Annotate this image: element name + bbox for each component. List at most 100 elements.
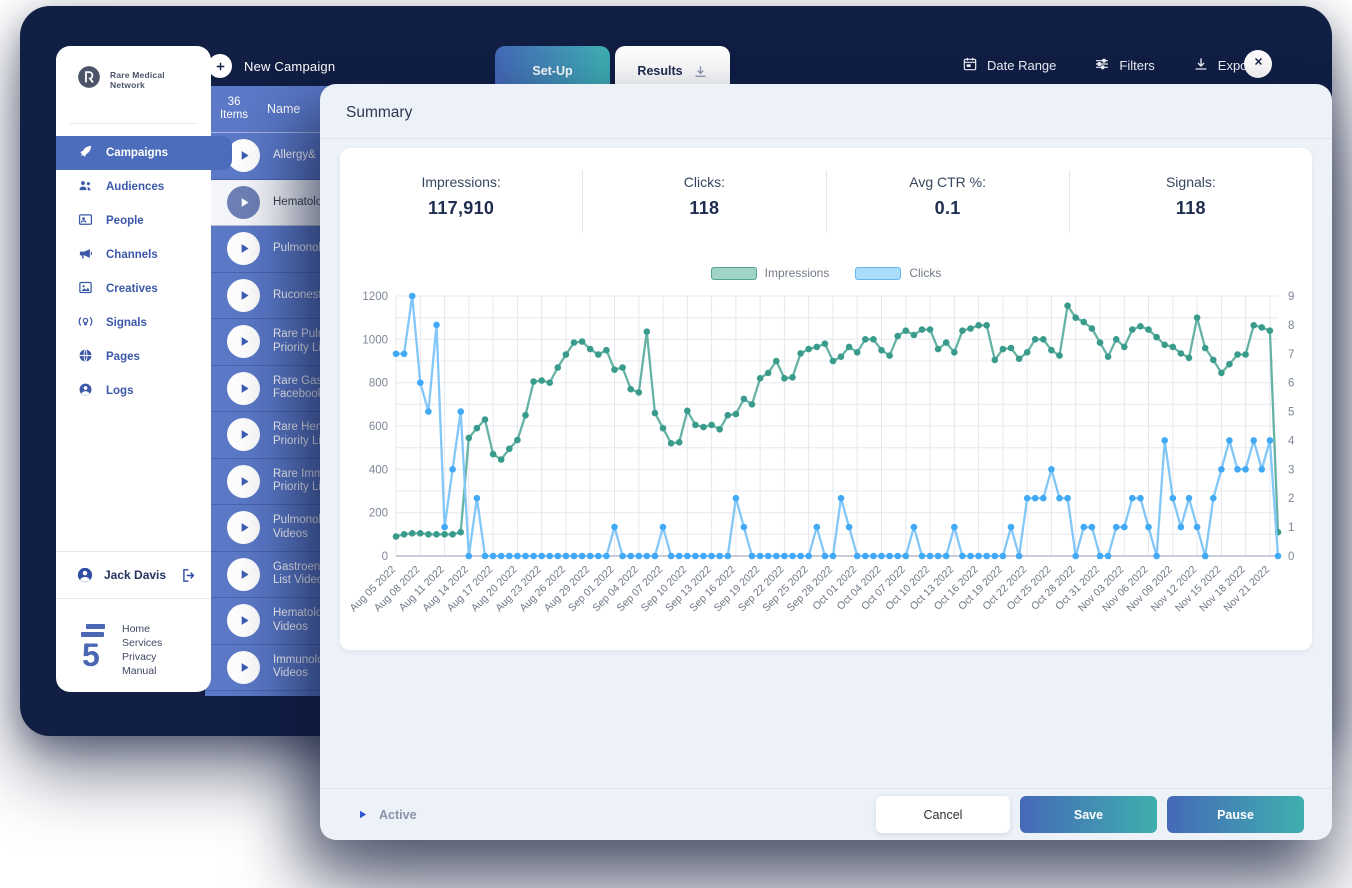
sidebar-item-label: People bbox=[106, 215, 144, 227]
tab-label: Results bbox=[637, 64, 682, 78]
play-icon[interactable] bbox=[227, 232, 260, 265]
user-name: Jack Davis bbox=[104, 568, 170, 582]
globe-icon bbox=[78, 348, 93, 366]
play-icon[interactable] bbox=[227, 372, 260, 405]
legend-item-impressions: Impressions bbox=[711, 266, 830, 280]
app-canvas: New Campaign Set-Up Results Date Range Fil… bbox=[0, 0, 1352, 888]
sidebar-item-campaigns[interactable]: Campaigns bbox=[56, 136, 232, 170]
sidebar-item-signals[interactable]: Signals bbox=[56, 306, 211, 340]
filters-button[interactable]: Filters bbox=[1094, 56, 1154, 75]
contact-card-icon bbox=[78, 212, 93, 230]
sidebar-item-label: Audiences bbox=[106, 181, 164, 193]
play-icon[interactable] bbox=[227, 418, 260, 451]
campaign-status: Active bbox=[356, 808, 876, 822]
performance-chart: 0200400600800100012000123456789Aug 05 20… bbox=[348, 282, 1304, 642]
sidebar-item-label: Logs bbox=[106, 385, 133, 397]
items-count-label: Items bbox=[205, 109, 263, 122]
topbar-actions: Date RangeFiltersExport bbox=[962, 56, 1255, 75]
sidebar-item-people[interactable]: People bbox=[56, 204, 211, 238]
stat-clicks: Clicks: 118 bbox=[582, 170, 825, 233]
sidebar-nav: CampaignsAudiencesPeopleChannelsCreative… bbox=[56, 136, 211, 408]
modal-title-divider bbox=[320, 138, 1332, 139]
summary-modal: Summary Impressions:117,910Clicks:118Avg… bbox=[320, 84, 1332, 840]
footer-link-manual[interactable]: Manual bbox=[122, 665, 162, 678]
legend-label: Clicks bbox=[909, 266, 941, 280]
svg-text:0: 0 bbox=[382, 551, 388, 563]
date-range-button[interactable]: Date Range bbox=[962, 56, 1056, 75]
play-icon[interactable] bbox=[227, 465, 260, 498]
signal-bulb-icon bbox=[78, 314, 93, 332]
megaphone-icon bbox=[78, 246, 93, 264]
status-label: Active bbox=[379, 808, 417, 822]
items-count-value: 36 bbox=[205, 96, 263, 109]
play-icon[interactable] bbox=[227, 325, 260, 358]
summary-card: Impressions: 117,910Clicks: 118Avg CTR %: 0… bbox=[340, 148, 1312, 650]
rare-medical-logo-icon bbox=[76, 64, 102, 95]
sidebar: Rare Medical Network CampaignsAudiencesP… bbox=[56, 46, 211, 692]
close-button[interactable] bbox=[1244, 50, 1272, 78]
svg-text:600: 600 bbox=[369, 421, 388, 433]
tab-label: Set-Up bbox=[532, 64, 572, 78]
rocket-icon bbox=[78, 144, 93, 162]
sidebar-divider bbox=[70, 123, 197, 124]
sidebar-item-pages[interactable]: Pages bbox=[56, 340, 211, 374]
user-line: Jack Davis bbox=[56, 551, 211, 599]
download-icon[interactable] bbox=[693, 64, 708, 79]
legend-label: Impressions bbox=[765, 266, 830, 280]
new-campaign-button[interactable]: New Campaign bbox=[208, 54, 335, 78]
play-icon[interactable] bbox=[227, 604, 260, 637]
plus-icon bbox=[208, 54, 232, 78]
stat-label: Signals: bbox=[1070, 174, 1312, 190]
stat-value: 117,910 bbox=[340, 198, 582, 219]
stat-value: 0.1 bbox=[827, 198, 1069, 219]
brand-logo-text: Rare Medical Network bbox=[110, 70, 199, 90]
stat-value: 118 bbox=[1070, 198, 1312, 219]
stat-label: Impressions: bbox=[340, 174, 582, 190]
play-icon bbox=[356, 808, 369, 821]
footer-links: HomeServicesPrivacyManual bbox=[122, 623, 162, 678]
sidebar-item-label: Creatives bbox=[106, 283, 158, 295]
top-bar: New Campaign Set-Up Results Date Range Fil… bbox=[20, 6, 1332, 92]
svg-text:6: 6 bbox=[1288, 378, 1294, 390]
svg-text:400: 400 bbox=[369, 464, 388, 476]
svg-text:800: 800 bbox=[369, 378, 388, 390]
items-count: 36 Items bbox=[205, 96, 263, 122]
footer-link-home[interactable]: Home bbox=[122, 623, 162, 636]
svg-text:3: 3 bbox=[1288, 464, 1294, 476]
legend-item-clicks: Clicks bbox=[855, 266, 941, 280]
svg-text:4: 4 bbox=[1288, 435, 1295, 447]
svg-text:8: 8 bbox=[1288, 320, 1294, 332]
svg-text:200: 200 bbox=[369, 508, 388, 520]
stat-label: Avg CTR %: bbox=[827, 174, 1069, 190]
play-icon[interactable] bbox=[227, 511, 260, 544]
play-icon[interactable] bbox=[227, 279, 260, 312]
stat-label: Clicks: bbox=[583, 174, 825, 190]
action-label: Date Range bbox=[987, 58, 1056, 73]
modal-footer: Active Cancel Save Pause bbox=[320, 788, 1332, 840]
cancel-button[interactable]: Cancel bbox=[876, 796, 1010, 833]
play-icon[interactable] bbox=[227, 651, 260, 684]
play-icon[interactable] bbox=[227, 186, 260, 219]
sidebar-item-audiences[interactable]: Audiences bbox=[56, 170, 211, 204]
stat-avgctr: Avg CTR %: 0.1 bbox=[826, 170, 1069, 233]
legend-swatch bbox=[711, 267, 757, 280]
pause-button[interactable]: Pause bbox=[1167, 796, 1304, 833]
save-button[interactable]: Save bbox=[1020, 796, 1157, 833]
logout-icon[interactable] bbox=[180, 567, 197, 584]
stat-value: 118 bbox=[583, 198, 825, 219]
filters-icon bbox=[1094, 56, 1110, 75]
svg-text:2: 2 bbox=[1288, 493, 1294, 505]
person-circle-icon bbox=[78, 382, 93, 400]
sidebar-item-channels[interactable]: Channels bbox=[56, 238, 211, 272]
svg-text:5: 5 bbox=[82, 637, 100, 669]
footer-link-services[interactable]: Services bbox=[122, 637, 162, 650]
sidebar-item-creatives[interactable]: Creatives bbox=[56, 272, 211, 306]
stat-impressions: Impressions: 117,910 bbox=[340, 170, 582, 233]
footer-link-privacy[interactable]: Privacy bbox=[122, 651, 162, 664]
sidebar-item-logs[interactable]: Logs bbox=[56, 374, 211, 408]
svg-text:9: 9 bbox=[1288, 291, 1294, 303]
image-icon bbox=[78, 280, 93, 298]
play-icon[interactable] bbox=[227, 558, 260, 591]
chart-legend: Impressions Clicks bbox=[340, 266, 1312, 280]
svg-text:1200: 1200 bbox=[362, 291, 388, 303]
